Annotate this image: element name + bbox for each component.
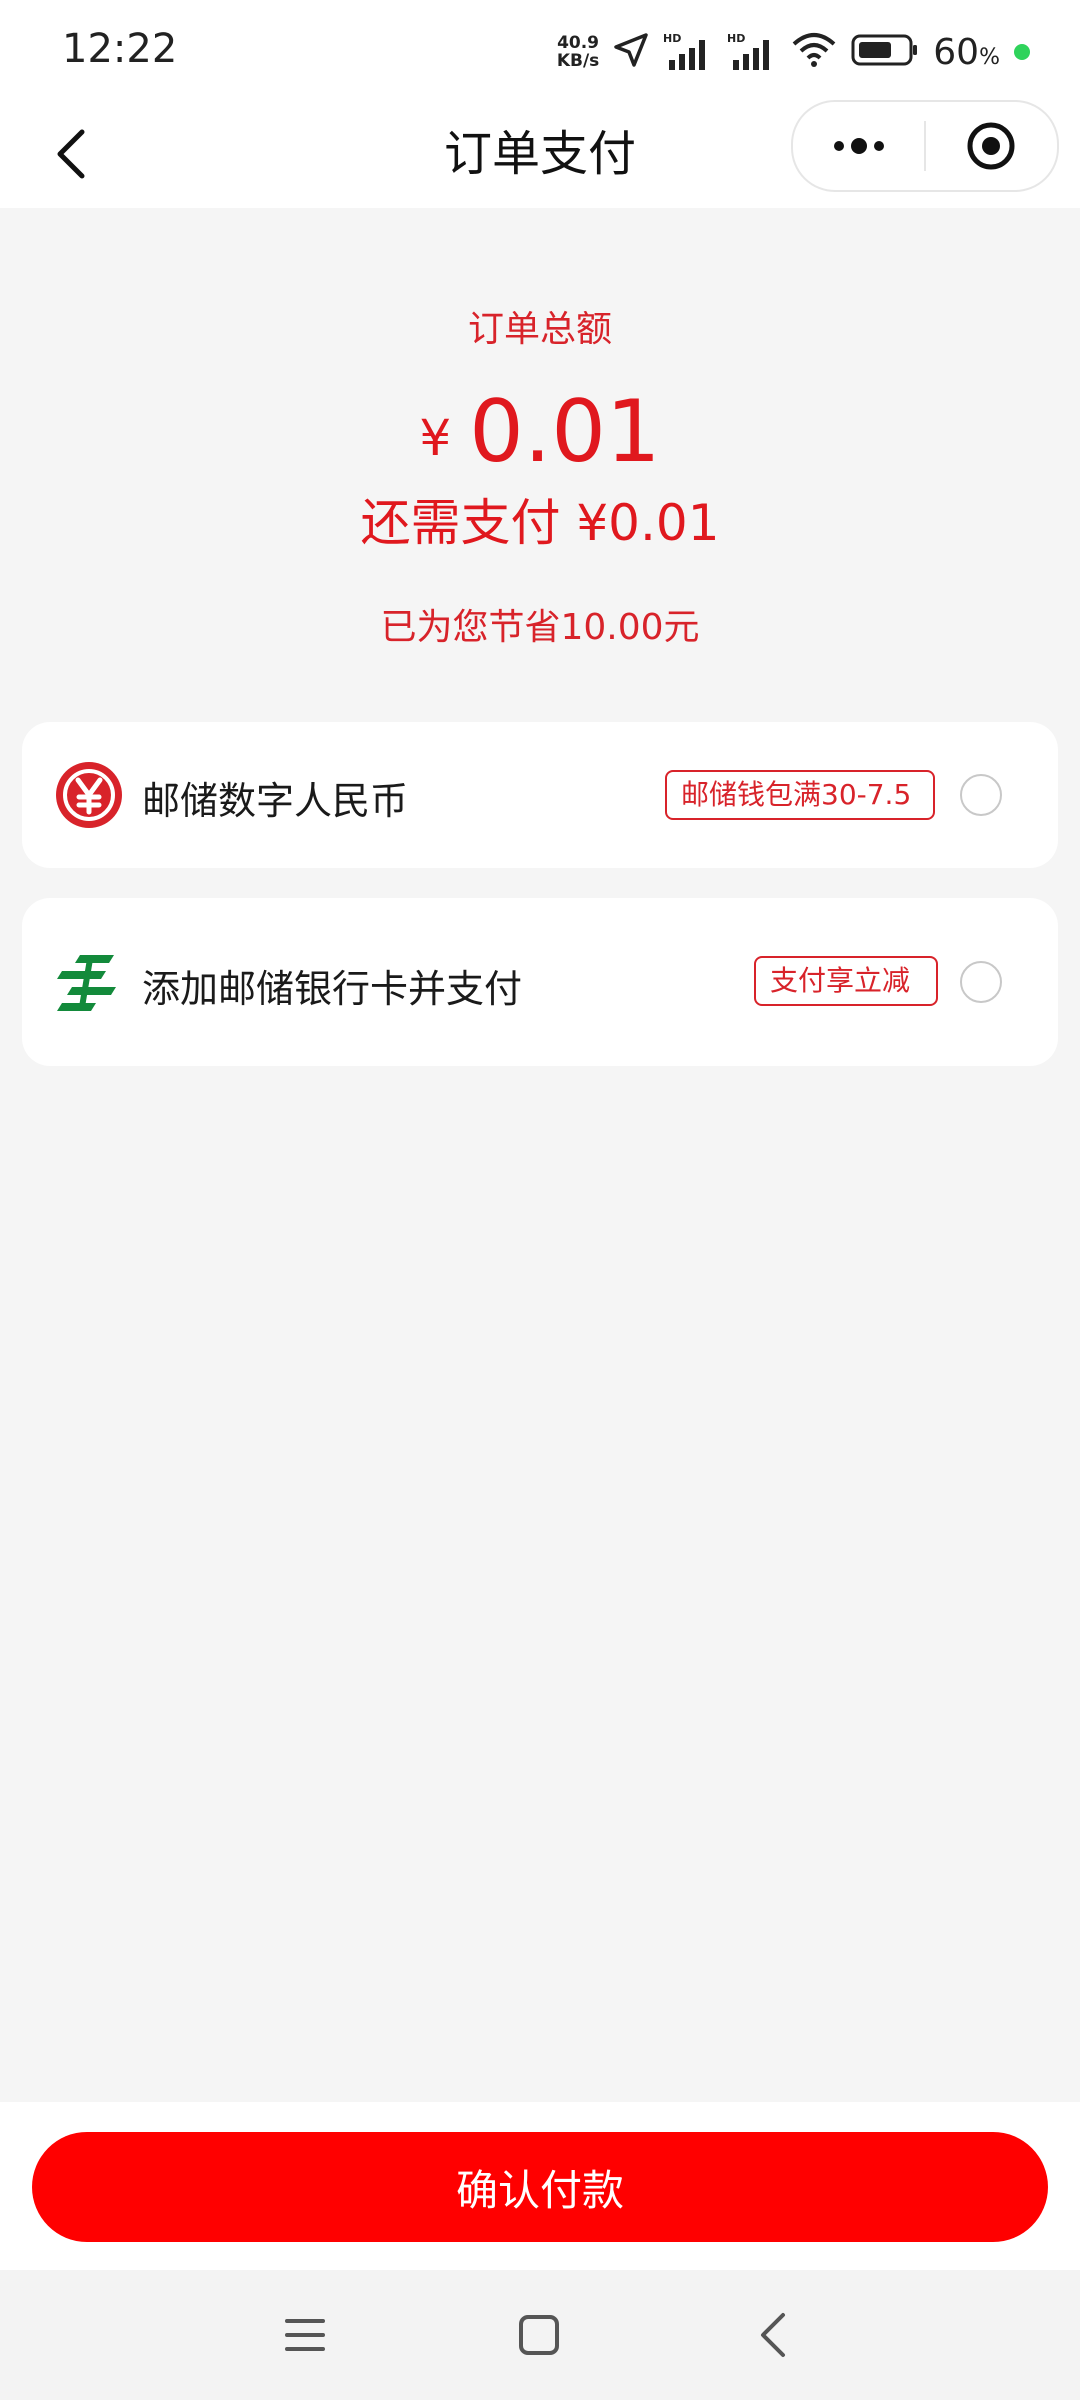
payment-radio[interactable] [960, 774, 1002, 816]
order-total-value: 0.01 [469, 382, 661, 482]
currency-symbol: ¥ [419, 409, 452, 467]
savings-text: 已为您节省10.00元 [380, 607, 700, 648]
promo-badge: 支付享立减 [754, 956, 938, 1006]
status-time: 12:22 [62, 26, 178, 72]
payment-option-digital-rmb[interactable]: 邮储数字人民币 邮储钱包满30-7.5 [22, 722, 1058, 868]
menu-icon [285, 2319, 325, 2351]
confirm-payment-button[interactable]: 确认付款 [32, 2132, 1048, 2242]
more-dots-icon [833, 138, 884, 154]
status-icons: 40.9 KB/s HD HD 60% [557, 22, 1030, 82]
target-circle-icon [967, 122, 1015, 170]
home-button[interactable] [504, 2300, 574, 2370]
location-icon [613, 32, 649, 72]
wifi-icon [791, 32, 837, 72]
battery-icon [851, 33, 919, 71]
network-speed-value: 40.9 [557, 33, 600, 53]
order-total-label: 订单总额 [467, 309, 612, 350]
signal-1-label: HD [663, 32, 681, 45]
bottom-action-bar: 确认付款 [0, 2102, 1080, 2270]
digital-rmb-icon [54, 760, 124, 830]
payment-radio[interactable] [960, 961, 1002, 1003]
network-speed-unit: KB/s [556, 51, 600, 71]
miniprogram-capsule [791, 100, 1059, 192]
payment-option-post-bank-card[interactable]: 添加邮储银行卡并支付 支付享立减 [22, 898, 1058, 1066]
home-square-icon [519, 2315, 559, 2355]
charging-indicator [1014, 44, 1030, 60]
payment-option-name: 添加邮储银行卡并支付 [142, 967, 523, 1011]
order-total-amount: ¥0.01 [0, 382, 1080, 488]
promo-badge: 邮储钱包满30-7.5 [665, 770, 935, 820]
more-button[interactable] [793, 102, 924, 190]
cellular-signal-2-icon: HD [727, 32, 777, 72]
battery-unit: % [979, 44, 1000, 70]
nav-bar: 订单支付 [0, 100, 1080, 208]
network-speed: 40.9 KB/s [557, 34, 599, 70]
china-post-icon [54, 947, 124, 1017]
amount-due: 还需支付 ¥0.01 [360, 494, 720, 552]
battery-value: 60 [933, 31, 980, 73]
status-bar: 12:22 40.9 KB/s HD HD 60% [0, 0, 1080, 100]
close-miniprogram-button[interactable] [926, 102, 1057, 190]
battery-percentage: 60% [933, 32, 1000, 73]
system-nav-bar [0, 2270, 1080, 2400]
system-back-icon [761, 2313, 785, 2357]
system-back-button[interactable] [738, 2300, 808, 2370]
signal-2-label: HD [727, 32, 745, 45]
cellular-signal-1-icon: HD [663, 32, 713, 72]
payment-option-name: 邮储数字人民币 [142, 779, 409, 823]
menu-button[interactable] [270, 2300, 340, 2370]
